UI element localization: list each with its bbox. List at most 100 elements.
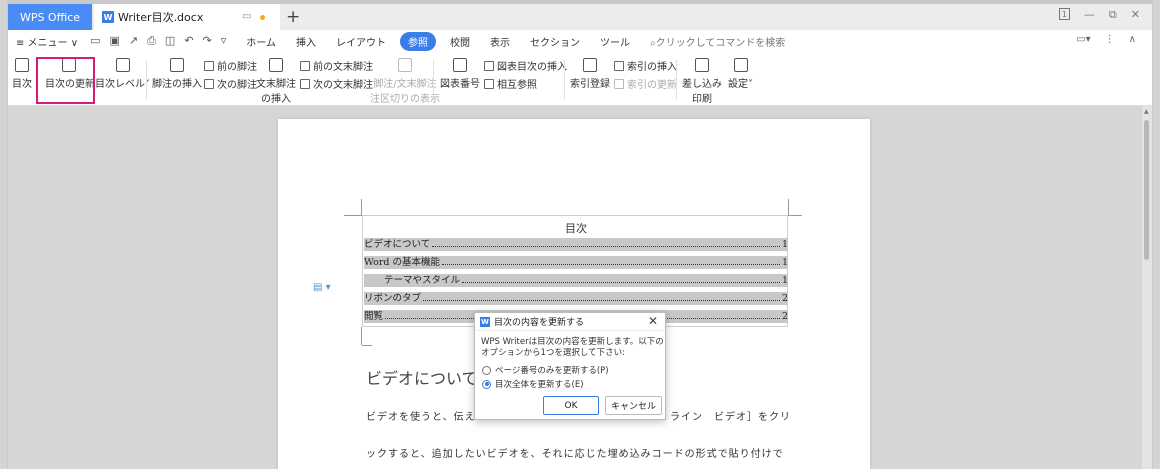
close-icon[interactable]: ✕ xyxy=(1131,8,1140,22)
menu-tools[interactable]: ツール xyxy=(600,34,630,49)
mail-merge-label-2: 印刷 xyxy=(692,94,712,105)
tab-bar: WPS Office W Writer目次.docx ▭ + 1 — ⧉ ✕ xyxy=(8,4,1152,30)
command-search[interactable]: ⌕クリックしてコマンドを検索 xyxy=(650,34,785,49)
menu-bar: ≡ メニュー ∨ ▭ ▣ ↗ ⎙ ◫ ↶ ↷ ▿ ホーム 挿入 レイアウト 参照… xyxy=(8,30,1152,52)
menu-review[interactable]: 校閲 xyxy=(450,34,470,49)
menu-insert[interactable]: 挿入 xyxy=(296,34,316,49)
footnote-separator-label-1: 脚注/文末脚注 xyxy=(373,79,437,90)
crop-mark xyxy=(362,345,372,346)
caption-button[interactable]: 図表番号 xyxy=(440,58,480,90)
undo-icon[interactable]: ↶ xyxy=(184,34,193,48)
menu-home[interactable]: ホーム xyxy=(246,34,276,49)
insert-endnote-button[interactable]: 文末脚注 の挿入 xyxy=(256,58,296,105)
dialog-message: WPS Writerは目次の内容を更新します。以下のオプションから1つを選択して… xyxy=(481,337,664,358)
next-footnote-button[interactable]: 次の脚注 xyxy=(204,76,257,91)
toc-entry-page: 2 xyxy=(781,311,788,322)
crop-mark xyxy=(788,215,802,216)
toc-entry-page: 1 xyxy=(781,275,788,286)
ribbon-divider xyxy=(564,60,565,100)
open-folder-icon[interactable]: ▭ xyxy=(90,34,100,48)
radio-circle-selected[interactable] xyxy=(482,379,491,389)
radio-update-entire-table[interactable]: 目次全体を更新する(E) xyxy=(482,378,584,390)
radio-update-page-numbers-label: ページ番号のみを更新する(P) xyxy=(495,366,609,376)
radio-update-entire-table-label: 目次全体を更新する(E) xyxy=(495,380,584,390)
dialog-close-icon[interactable]: ✕ xyxy=(648,314,658,328)
endnote-icon xyxy=(269,58,283,72)
toc-entry[interactable]: ビデオについて 1 xyxy=(364,238,788,251)
toc-entry[interactable]: Word の基本機能 1 xyxy=(364,256,788,269)
footnote-separator-label-2: 注区切りの表示 xyxy=(370,94,440,105)
toc-entry-text: テーマやスタイル xyxy=(384,275,461,286)
tab-wps-office[interactable]: WPS Office xyxy=(8,4,92,30)
toc-leader xyxy=(423,292,780,301)
cross-reference-button[interactable]: 相互参照 xyxy=(484,76,537,91)
next-footnote-icon xyxy=(204,78,214,89)
preview-icon[interactable]: ◫ xyxy=(165,34,175,48)
unsaved-dot-icon xyxy=(260,15,265,20)
footnote-icon xyxy=(170,58,184,72)
settings-button[interactable]: 設定˅ xyxy=(728,58,753,90)
print-icon[interactable]: ⎙ xyxy=(147,34,156,48)
redo-icon[interactable]: ↷ xyxy=(203,34,212,48)
restore-icon[interactable]: ⧉ xyxy=(1109,8,1117,22)
mark-index-button[interactable]: 索引登録 xyxy=(570,58,610,90)
insert-index-button[interactable]: 索引の挿入 xyxy=(614,58,677,73)
body-text-line: ックすると、追加したいビデオを、それに応じた埋め込みコードの形式で貼り付けで xyxy=(366,449,784,460)
scroll-up-icon[interactable]: ▲ xyxy=(1144,108,1149,115)
next-endnote-button[interactable]: 次の文末脚注 xyxy=(300,76,373,91)
page-indicator-icon[interactable]: 1 xyxy=(1058,8,1070,20)
cloud-icon[interactable]: ▭▾ xyxy=(1076,34,1090,45)
customize-icon[interactable]: ▿ xyxy=(221,34,227,48)
toc-level-label: 目次レベル xyxy=(95,79,145,90)
settings-icon xyxy=(733,58,748,72)
scroll-thumb[interactable] xyxy=(1144,120,1149,260)
toc-entry-text: リボンのタブ xyxy=(364,293,422,304)
toc-entry[interactable]: テーマやスタイル 1 xyxy=(364,274,788,287)
menu-layout[interactable]: レイアウト xyxy=(336,34,386,49)
prev-footnote-button[interactable]: 前の脚注 xyxy=(204,58,257,73)
update-index-button[interactable]: 索引の更新 xyxy=(614,76,677,91)
toc-entry-text: ビデオについて xyxy=(364,239,431,250)
search-label: クリックしてコマンドを検索 xyxy=(655,37,786,49)
vertical-scrollbar[interactable]: ▲ xyxy=(1142,106,1152,469)
tab-document[interactable]: W Writer目次.docx ▭ xyxy=(94,4,280,30)
crop-mark xyxy=(361,327,362,345)
insert-tof-button[interactable]: 図表目次の挿入 xyxy=(484,58,567,73)
menu-button[interactable]: ≡ メニュー ∨ xyxy=(16,34,78,49)
paragraph-handle-icon[interactable]: ▤ ▾ xyxy=(313,282,331,293)
cancel-button[interactable]: キャンセル xyxy=(605,396,662,415)
mark-index-icon xyxy=(583,58,597,72)
next-endnote-label: 次の文末脚注 xyxy=(313,80,373,91)
prev-footnote-icon xyxy=(204,60,214,71)
export-icon[interactable]: ↗ xyxy=(129,34,138,48)
toc-button[interactable]: 目次 xyxy=(12,58,32,90)
update-index-label: 索引の更新 xyxy=(627,80,677,91)
insert-footnote-button[interactable]: 脚注の挿入 xyxy=(152,58,202,90)
prev-footnote-label: 前の脚注 xyxy=(217,62,257,73)
toc-field[interactable]: 目次 ビデオについて 1 Word の基本機能 1 テーマやスタイル 1 リボンのタブ… xyxy=(362,215,788,327)
menu-references[interactable]: 参照 xyxy=(399,31,436,51)
toc-entry[interactable]: リボンのタブ 2 xyxy=(364,292,788,305)
radio-update-page-numbers[interactable]: ページ番号のみを更新する(P) xyxy=(482,364,609,376)
menu-view[interactable]: 表示 xyxy=(490,34,510,49)
toc-level-button[interactable]: 目次レベル˅ xyxy=(95,58,150,90)
save-icon[interactable]: ▣ xyxy=(109,34,119,48)
collapse-ribbon-icon[interactable]: ∧ xyxy=(1129,34,1136,45)
new-tab-button[interactable]: + xyxy=(286,7,300,27)
menu-section[interactable]: セクション xyxy=(530,34,580,49)
toc-entry-page: 2 xyxy=(781,293,788,304)
update-toc-dialog: W 目次の内容を更新する ✕ WPS Writerは目次の内容を更新します。以下… xyxy=(474,312,666,420)
insert-tof-label: 図表目次の挿入 xyxy=(497,62,567,73)
separator-icon xyxy=(398,58,412,72)
more-icon[interactable]: ⋮ xyxy=(1105,34,1115,45)
tof-icon xyxy=(484,60,494,71)
radio-circle[interactable] xyxy=(482,365,491,375)
ok-button[interactable]: OK xyxy=(543,396,599,415)
monitor-icon[interactable]: ▭ xyxy=(242,11,251,22)
mail-merge-button[interactable]: 差し込み 印刷 xyxy=(682,58,722,105)
footnote-separator-button[interactable]: 脚注/文末脚注 注区切りの表示 xyxy=(370,58,440,105)
minimize-icon[interactable]: — xyxy=(1084,8,1095,22)
toc-entry-text: Word の基本機能 xyxy=(364,257,440,268)
next-endnote-icon xyxy=(300,78,310,89)
prev-endnote-button[interactable]: 前の文末脚注 xyxy=(300,58,373,73)
